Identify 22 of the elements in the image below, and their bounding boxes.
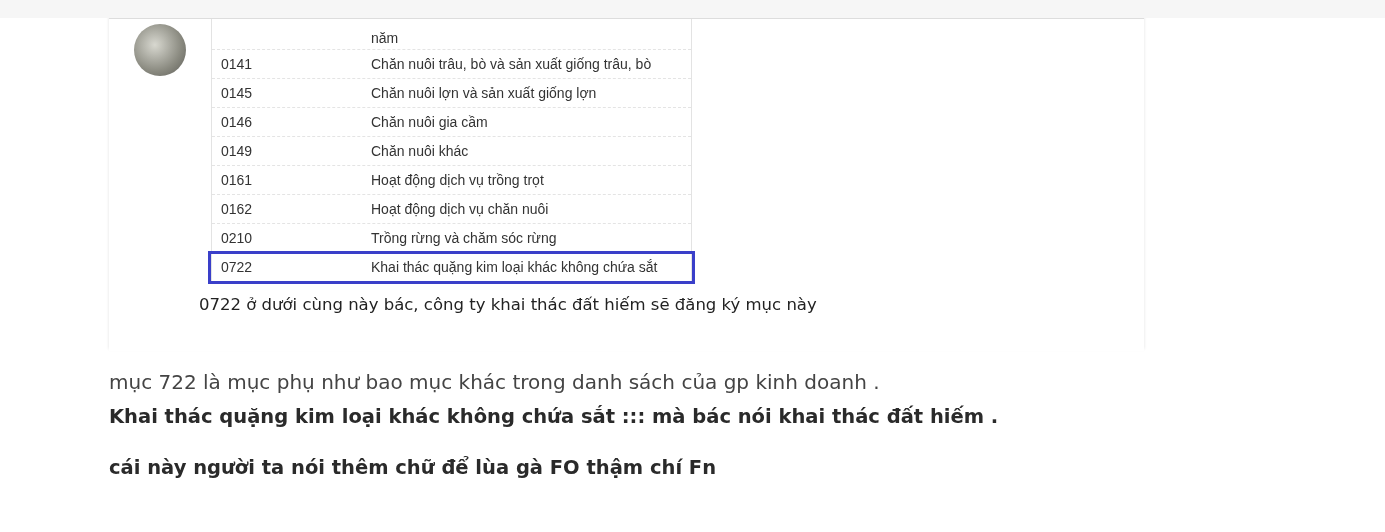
activity-cell-text: Trồng rừng và chăm sóc rừng bbox=[370, 230, 558, 246]
activity-cell-text: Chăn nuôi trâu, bò và sản xuất giống trâu, bò bbox=[370, 56, 653, 72]
activity-cell-text: Hoạt động dịch vụ chăn nuôi bbox=[370, 201, 550, 217]
avatar bbox=[134, 24, 186, 76]
post-text: Khai thác quặng kim loại khác không chứa sắt ::: mà bác nói khai thác đất hiếm . bbox=[109, 404, 1000, 430]
code-cell-text: 0141 bbox=[220, 56, 254, 72]
post-text: cái này người ta nói thêm chữ để lùa gà FO thậm chí Fn bbox=[109, 455, 718, 481]
activity-cell-text: năm bbox=[370, 30, 400, 46]
code-cell-text: 0161 bbox=[220, 172, 254, 188]
code-cell-text: 0210 bbox=[220, 230, 254, 246]
activity-cell-text: Hoạt động dịch vụ trồng trọt bbox=[370, 172, 545, 188]
code-cell-text: 0722 bbox=[220, 259, 254, 275]
activity-cell-text: Khai thác quặng kim loại khác không chứa sắt bbox=[370, 259, 659, 275]
activity-cell-text: Chăn nuôi gia cầm bbox=[370, 114, 489, 130]
activity-cell-text: Chăn nuôi khác bbox=[370, 143, 470, 159]
code-cell-text: 0149 bbox=[220, 143, 254, 159]
activity-cell-text: Chăn nuôi lợn và sản xuất giống lợn bbox=[370, 85, 598, 101]
code-cell-text: 0146 bbox=[220, 114, 254, 130]
image-caption: 0722 ở dưới cùng này bác, công ty khai thác đất hiếm sẽ đăng ký mục này bbox=[199, 295, 818, 314]
post-text: mục 722 là mục phụ như bao mục khác trong danh sách của gp kinh doanh . bbox=[109, 369, 881, 395]
code-cell-text: 0145 bbox=[220, 85, 254, 101]
code-cell-text: 0162 bbox=[220, 201, 254, 217]
